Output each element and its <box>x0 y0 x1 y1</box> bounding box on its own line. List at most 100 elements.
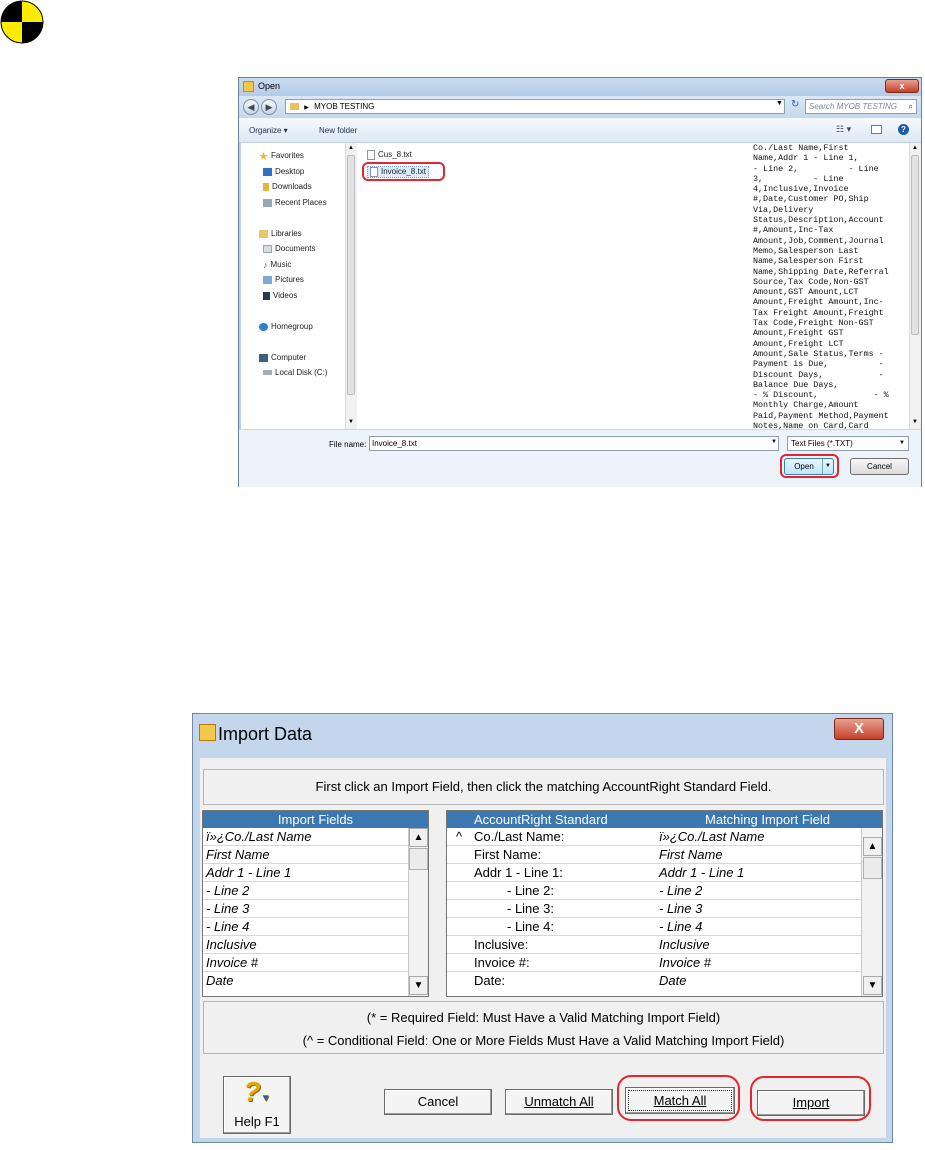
nav-label: Videos <box>273 291 298 300</box>
standard-field: - Line 4: <box>507 919 554 934</box>
dialog-body: First click an Import Field, then click … <box>200 758 886 1138</box>
table-row[interactable]: Date: Date <box>447 972 861 990</box>
list-item[interactable]: - Line 3 <box>203 900 408 918</box>
table-row[interactable]: First Name: First Name <box>447 846 861 864</box>
address-input[interactable]: ▶ MYOB TESTING <box>285 99 785 114</box>
standard-field: Inclusive: <box>474 937 529 952</box>
list-item[interactable]: Inclusive <box>203 936 408 954</box>
nav-label: Computer <box>271 353 307 362</box>
downloads-icon <box>263 182 269 191</box>
file-name-input[interactable]: Invoice_8.txt <box>369 436 779 451</box>
desktop-icon <box>263 167 272 176</box>
nav-recent-places[interactable]: Recent Places <box>263 198 327 207</box>
scroll-down-icon[interactable]: ▼ <box>912 419 918 425</box>
new-folder-button[interactable]: New folder <box>319 126 357 135</box>
list-item[interactable]: First Name <box>203 846 408 864</box>
preview-scrollbar[interactable]: ▲ ▼ <box>909 143 921 429</box>
back-button[interactable]: ◀ <box>243 99 259 115</box>
import-fields-scrollbar[interactable]: ▲ ▼ <box>408 828 428 996</box>
scroll-thumb[interactable] <box>409 848 428 870</box>
table-row[interactable]: - Line 2: - Line 2 <box>447 882 861 900</box>
file-item[interactable]: Cus_8.txt <box>367 150 412 160</box>
unmatch-all-label: Unmatch All <box>524 1094 594 1109</box>
dialog-footer: File name: Invoice_8.txt ▼ Text Files (*… <box>239 429 921 487</box>
help-button[interactable]: ?▼ Help F1 <box>223 1076 291 1134</box>
view-options-icon[interactable]: ☷ ▾ <box>836 124 851 135</box>
list-item[interactable]: - Line 2 <box>203 882 408 900</box>
scroll-up-icon[interactable]: ▲ <box>912 145 918 151</box>
highlight-circle <box>617 1075 740 1121</box>
scroll-down-icon[interactable]: ▼ <box>409 976 428 995</box>
row-marker: ^ <box>456 829 463 844</box>
file-name-label: File name: <box>329 440 367 449</box>
nav-libraries[interactable]: Libraries <box>259 229 302 238</box>
nav-label: Local Disk (C:) <box>275 368 328 377</box>
standard-field: Co./Last Name: <box>474 829 565 844</box>
mapping-header: AccountRight Standard Matching Import Fi… <box>447 811 882 828</box>
nav-desktop[interactable]: Desktop <box>263 167 304 176</box>
libraries-icon <box>259 229 268 238</box>
table-row[interactable]: Addr 1 - Line 1: Addr 1 - Line 1 <box>447 864 861 882</box>
list-item[interactable]: ï»¿Co./Last Name <box>203 828 408 846</box>
field-mapping-list: AccountRight Standard Matching Import Fi… <box>446 810 883 997</box>
mapping-scrollbar[interactable]: ▲ ▼ <box>861 828 882 996</box>
homegroup-icon <box>259 322 268 331</box>
close-button[interactable]: x <box>885 79 919 93</box>
nav-label: Homegroup <box>271 322 313 331</box>
dialog-title: Import Data <box>218 724 313 744</box>
cancel-button[interactable]: Cancel <box>384 1089 492 1115</box>
organize-menu[interactable]: Organize ▾ <box>249 126 288 135</box>
scroll-up-icon[interactable]: ▲ <box>863 837 882 856</box>
list-item[interactable]: - Line 4 <box>203 918 408 936</box>
table-row[interactable]: Invoice #: Invoice # <box>447 954 861 972</box>
scroll-thumb[interactable] <box>863 857 882 879</box>
nav-label: Desktop <box>275 167 305 176</box>
nav-homegroup[interactable]: Homegroup <box>259 322 313 331</box>
unmatch-all-button[interactable]: Unmatch All <box>505 1089 613 1115</box>
address-dropdown-icon[interactable]: ▼ <box>776 100 783 107</box>
nav-label: Music <box>270 260 292 270</box>
app-icon <box>243 81 254 92</box>
refresh-icon[interactable]: ↻ <box>791 99 799 110</box>
nav-pictures[interactable]: Pictures <box>263 275 304 284</box>
help-icon[interactable]: ? <box>898 124 909 135</box>
nav-downloads[interactable]: Downloads <box>263 182 312 191</box>
nav-label: Libraries <box>271 229 302 238</box>
nav-local-disk[interactable]: Local Disk (C:) <box>263 368 327 377</box>
highlight-circle <box>362 162 445 181</box>
file-name-dropdown-icon[interactable]: ▼ <box>771 439 777 445</box>
mapping-rows: ^ Co./Last Name: ï»¿Co./Last Name First Na… <box>447 828 861 990</box>
scroll-down-icon[interactable]: ▼ <box>348 419 354 425</box>
nav-scrollbar[interactable]: ▲ ▼ <box>345 143 357 429</box>
matching-field: ï»¿Co./Last Name <box>659 829 765 844</box>
cancel-button[interactable]: Cancel <box>850 458 909 475</box>
nav-music[interactable]: ♪ Music <box>263 260 291 270</box>
table-row[interactable]: - Line 3: - Line 3 <box>447 900 861 918</box>
scroll-thumb[interactable] <box>347 155 355 395</box>
import-fields-list: Import Fields ï»¿Co./Last Name First Nam… <box>202 810 429 997</box>
nav-documents[interactable]: Documents <box>263 244 315 253</box>
nav-videos[interactable]: Videos <box>263 291 297 300</box>
nav-favorites[interactable]: Favorites <box>259 151 304 160</box>
preview-pane-icon[interactable] <box>871 125 882 134</box>
nav-computer[interactable]: Computer <box>259 353 306 362</box>
recent-places-icon <box>263 198 272 207</box>
list-item[interactable]: Invoice # <box>203 954 408 972</box>
standard-field: First Name: <box>474 847 542 862</box>
scroll-up-icon[interactable]: ▲ <box>409 828 428 847</box>
close-button[interactable]: X <box>834 718 884 740</box>
file-type-select[interactable]: Text Files (*.TXT) ▼ <box>787 436 909 451</box>
table-row[interactable]: Inclusive: Inclusive <box>447 936 861 954</box>
chevron-down-icon: ▼ <box>899 440 905 446</box>
scroll-down-icon[interactable]: ▼ <box>863 976 882 995</box>
scroll-thumb[interactable] <box>911 155 919 335</box>
scroll-up-icon[interactable]: ▲ <box>348 145 354 151</box>
search-input[interactable]: Search MYOB TESTING ⌕ <box>805 99 917 114</box>
list-item[interactable]: Date <box>203 972 408 990</box>
list-item[interactable]: Addr 1 - Line 1 <box>203 864 408 882</box>
table-row[interactable]: - Line 4: - Line 4 <box>447 918 861 936</box>
instruction-text: First click an Import Field, then click … <box>203 769 884 805</box>
search-icon: ⌕ <box>908 102 913 111</box>
table-row[interactable]: ^ Co./Last Name: ï»¿Co./Last Name <box>447 828 861 846</box>
forward-button[interactable]: ▶ <box>261 99 277 115</box>
